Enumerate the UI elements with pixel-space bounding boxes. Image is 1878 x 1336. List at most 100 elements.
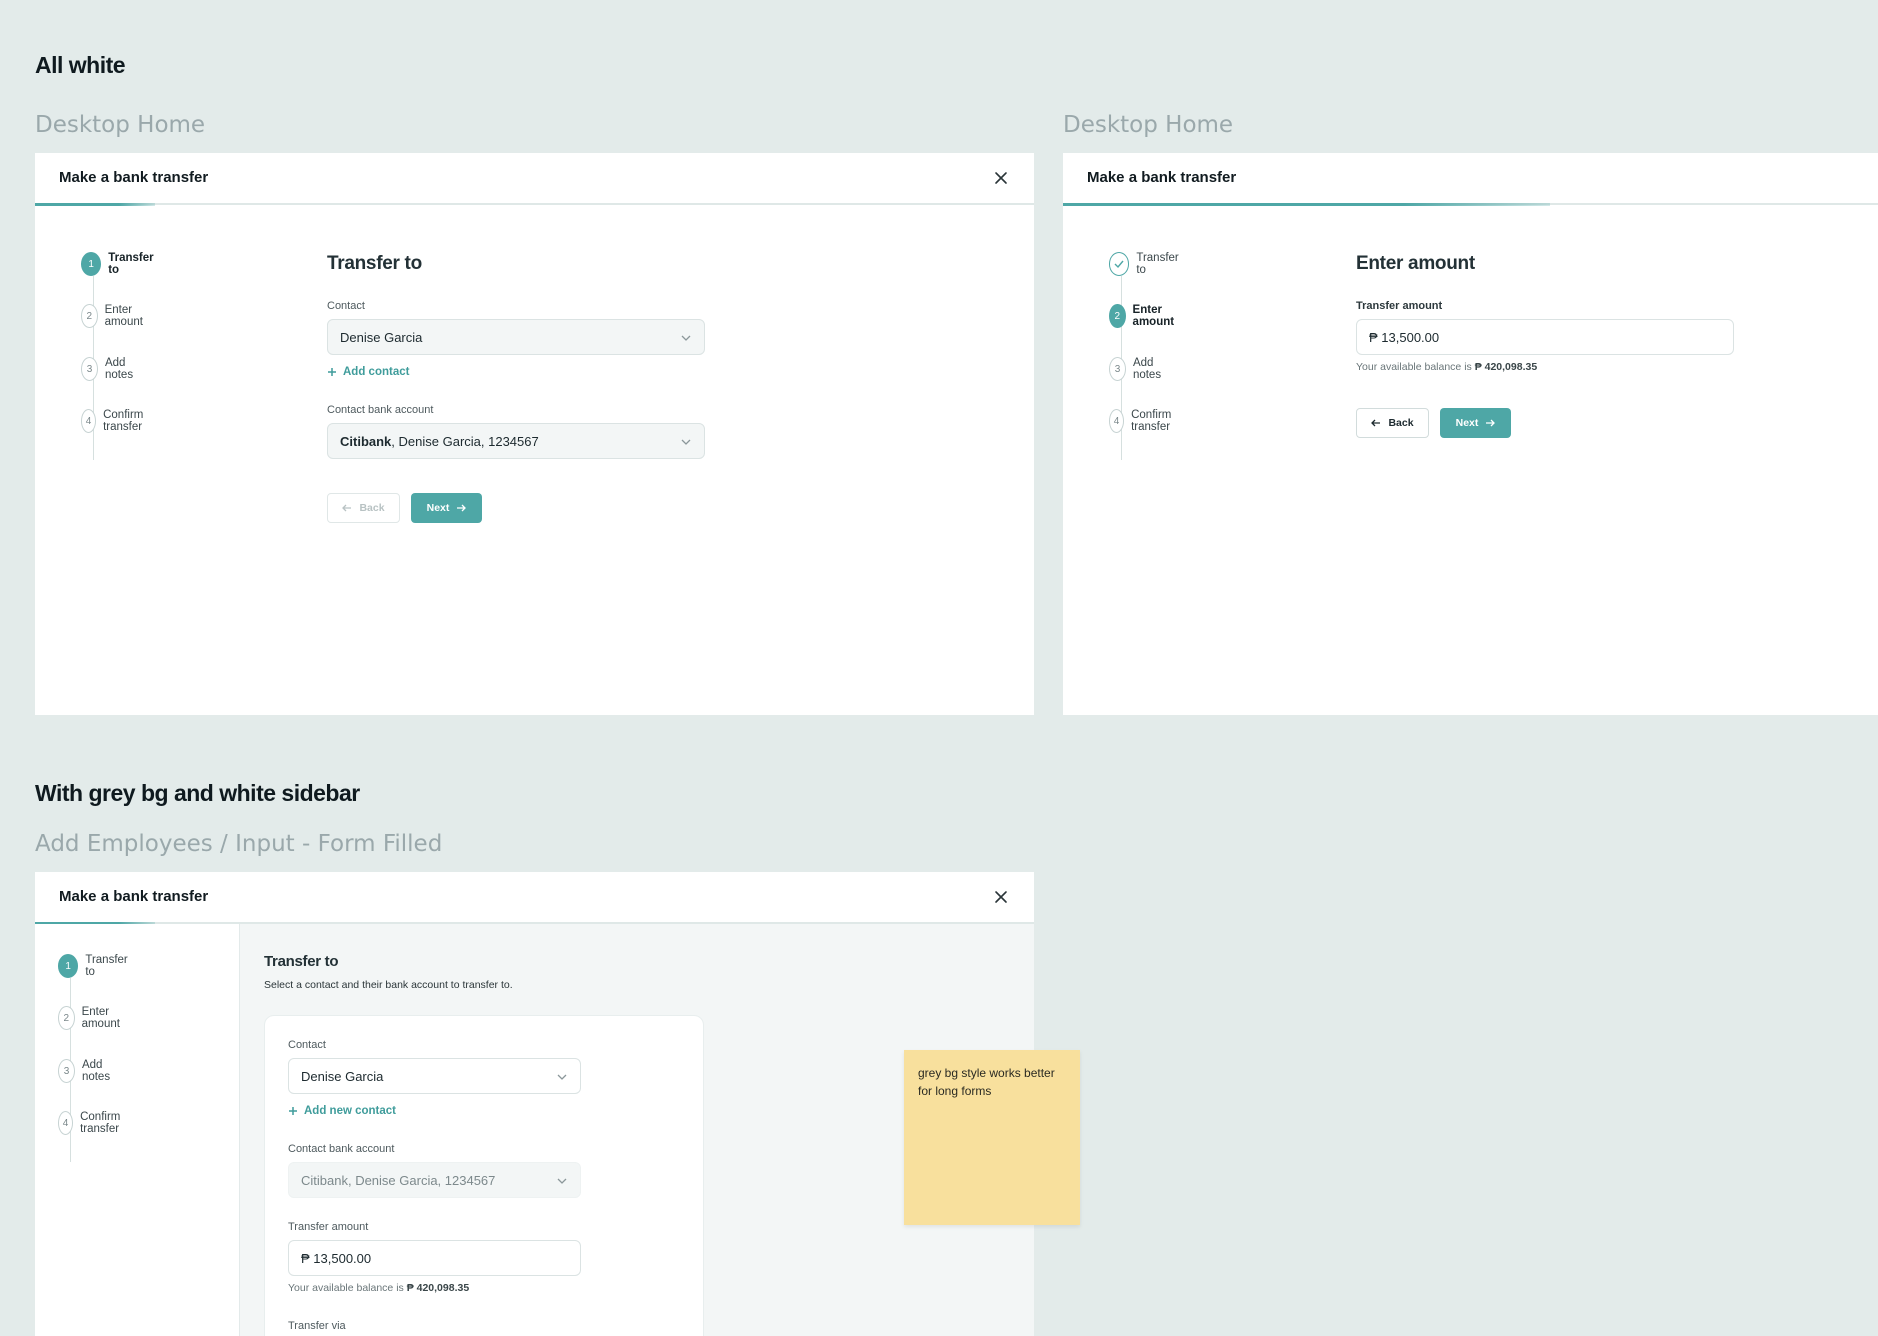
transfer-modal-step2: Make a bank transfer Transfer to 2 Enter… bbox=[1063, 153, 1878, 715]
balance-helper: Your available balance is ₱ 420,098.35 bbox=[1356, 361, 1537, 373]
step-label: Transfer to bbox=[108, 252, 154, 276]
modal-title: Make a bank transfer bbox=[59, 888, 209, 905]
step-label: Transfer to bbox=[85, 954, 128, 978]
step-add-notes[interactable]: 3 Add notes bbox=[58, 1059, 117, 1083]
form-heading: Enter amount bbox=[1356, 253, 1475, 274]
bank-name: Citibank bbox=[340, 433, 392, 449]
step-number: 2 bbox=[1109, 304, 1126, 328]
step-transfer-to[interactable]: 1 Transfer to bbox=[81, 252, 157, 276]
amount-input[interactable]: ₱ 13,500.00 bbox=[288, 1240, 581, 1276]
step-add-notes[interactable]: 3 Add notes bbox=[81, 357, 140, 381]
chevron-down-icon bbox=[681, 335, 691, 341]
section-title-grey-bg: With grey bg and white sidebar bbox=[35, 780, 360, 806]
step-number: 3 bbox=[1109, 357, 1126, 381]
step-number: 2 bbox=[81, 304, 98, 328]
frame-label-3: Add Employees / Input - Form Filled bbox=[35, 831, 443, 857]
close-icon[interactable] bbox=[992, 169, 1010, 187]
back-label: Back bbox=[1388, 417, 1414, 429]
add-contact-label: Add contact bbox=[343, 366, 410, 378]
check-icon bbox=[1109, 252, 1130, 276]
frame-label-1: Desktop Home bbox=[35, 112, 206, 138]
modal-title: Make a bank transfer bbox=[1087, 169, 1237, 186]
chevron-down-icon bbox=[681, 439, 691, 445]
bank-value: Citibank, Denise Garcia, 1234567 bbox=[301, 1172, 496, 1188]
progress-bar bbox=[35, 203, 155, 206]
sidebar: 1 Transfer to 2 Enter amount 3 Add notes… bbox=[35, 924, 240, 1336]
amount-value: ₱ 13,500.00 bbox=[301, 1250, 372, 1266]
step-add-notes[interactable]: 3 Add notes bbox=[1109, 357, 1168, 381]
balance-helper: Your available balance is ₱ 420,098.35 bbox=[288, 1282, 469, 1294]
close-icon[interactable] bbox=[992, 888, 1010, 906]
bank-label: Contact bank account bbox=[288, 1143, 395, 1155]
step-enter-amount[interactable]: 2 Enter amount bbox=[1109, 304, 1182, 328]
back-label: Back bbox=[359, 502, 385, 514]
bank-label: Contact bank account bbox=[327, 404, 434, 416]
contact-select[interactable]: Denise Garcia bbox=[288, 1058, 581, 1094]
arrow-right-icon bbox=[457, 504, 467, 512]
step-transfer-to[interactable]: Transfer to bbox=[1109, 252, 1182, 276]
form-subtitle: Select a contact and their bank account … bbox=[264, 979, 513, 991]
bank-details: , Denise Garcia, 1234567 bbox=[391, 433, 539, 449]
step-label: Transfer to bbox=[1136, 252, 1179, 276]
step-label: Confirm transfer bbox=[103, 409, 144, 433]
next-label: Next bbox=[426, 502, 450, 514]
add-contact-label: Add new contact bbox=[304, 1105, 397, 1117]
step-number: 2 bbox=[58, 1006, 75, 1030]
section-title-all-white: All white bbox=[35, 52, 126, 78]
balance-prefix: Your available balance is bbox=[288, 1282, 407, 1294]
step-label: Add notes bbox=[81, 1059, 111, 1083]
step-label: Enter amount bbox=[1132, 304, 1175, 328]
step-number: 1 bbox=[58, 954, 79, 978]
step-number: 1 bbox=[81, 252, 102, 276]
plus-icon bbox=[328, 368, 336, 376]
step-label: Enter amount bbox=[104, 304, 143, 328]
chevron-down-icon bbox=[557, 1074, 567, 1080]
amount-label: Transfer amount bbox=[1356, 300, 1443, 312]
step-transfer-to[interactable]: 1 Transfer to bbox=[58, 954, 131, 978]
arrow-left-icon bbox=[1371, 419, 1381, 427]
bank-account-select[interactable]: Citibank, Denise Garcia, 1234567 bbox=[288, 1162, 581, 1198]
step-label: Confirm transfer bbox=[80, 1111, 121, 1135]
form-card: Contact Denise Garcia Add new contact Co… bbox=[264, 1015, 704, 1336]
frame-label-2: Desktop Home bbox=[1063, 112, 1234, 138]
modal-header: Make a bank transfer bbox=[35, 872, 1034, 924]
add-contact-link[interactable]: Add contact bbox=[327, 366, 409, 378]
transfer-via-label: Transfer via bbox=[288, 1320, 346, 1332]
step-enter-amount[interactable]: 2 Enter amount bbox=[81, 304, 150, 328]
next-button[interactable]: Next bbox=[1440, 408, 1511, 438]
step-number: 4 bbox=[58, 1111, 74, 1135]
contact-value: Denise Garcia bbox=[301, 1068, 384, 1084]
contact-value: Denise Garcia bbox=[340, 329, 423, 345]
step-label: Add notes bbox=[104, 357, 134, 381]
back-button[interactable]: Back bbox=[1356, 408, 1429, 438]
next-label: Next bbox=[1455, 417, 1479, 429]
modal-header: Make a bank transfer bbox=[1063, 153, 1878, 205]
transfer-modal-grey: Make a bank transfer 1 Transfer to 2 Ent… bbox=[35, 872, 1034, 1336]
sticky-note: grey bg style works better for long form… bbox=[904, 1050, 1080, 1225]
step-enter-amount[interactable]: 2 Enter amount bbox=[58, 1006, 127, 1030]
modal-title: Make a bank transfer bbox=[59, 169, 209, 186]
next-button[interactable]: Next bbox=[411, 493, 482, 523]
step-number: 4 bbox=[1109, 409, 1125, 433]
step-label: Add notes bbox=[1132, 357, 1162, 381]
transfer-modal-step1: Make a bank transfer 1 Transfer to 2 Ent… bbox=[35, 153, 1034, 715]
chevron-down-icon bbox=[557, 1178, 567, 1184]
amount-label: Transfer amount bbox=[288, 1221, 369, 1233]
step-label: Confirm transfer bbox=[1131, 409, 1172, 433]
form-heading: Transfer to bbox=[264, 953, 339, 970]
step-number: 3 bbox=[58, 1059, 75, 1083]
contact-select[interactable]: Denise Garcia bbox=[327, 319, 705, 355]
step-confirm-transfer[interactable]: 4 Confirm transfer bbox=[81, 409, 152, 433]
amount-input[interactable]: ₱ 13,500.00 bbox=[1356, 319, 1734, 355]
step-confirm-transfer[interactable]: 4 Confirm transfer bbox=[58, 1111, 129, 1135]
modal-header: Make a bank transfer bbox=[35, 153, 1034, 205]
arrow-right-icon bbox=[1486, 419, 1496, 427]
plus-icon bbox=[289, 1107, 297, 1115]
add-new-contact-link[interactable]: Add new contact bbox=[288, 1105, 396, 1117]
back-button[interactable]: Back bbox=[327, 493, 400, 523]
bank-account-select[interactable]: Citibank, Denise Garcia, 1234567 bbox=[327, 423, 705, 459]
step-confirm-transfer[interactable]: 4 Confirm transfer bbox=[1109, 409, 1180, 433]
step-label: Enter amount bbox=[81, 1006, 120, 1030]
amount-value: ₱ 13,500.00 bbox=[1369, 329, 1440, 345]
balance-prefix: Your available balance is bbox=[1356, 361, 1475, 373]
